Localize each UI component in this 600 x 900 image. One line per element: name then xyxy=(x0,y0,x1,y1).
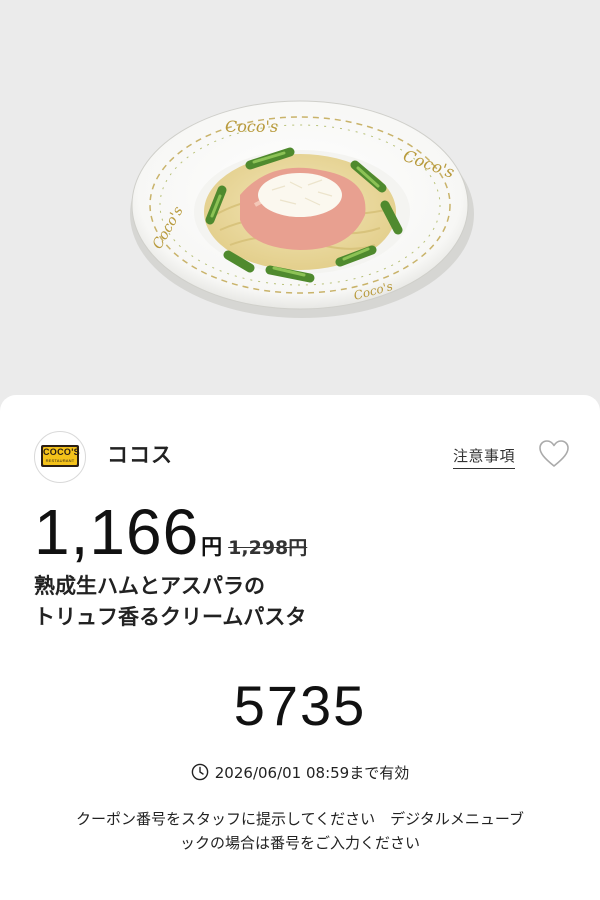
instructions-line1: クーポン番号をスタッフに提示してください デジタルメニューブ xyxy=(76,810,524,828)
product-image: Coco's Coco's Coco's Coco's xyxy=(0,0,600,395)
price-original: 1,298円 xyxy=(228,537,308,559)
instructions-line2: ックの場合は番号をご入力ください xyxy=(179,834,420,852)
coupon-page: Coco's Coco's Coco's Coco's COCO'S RESTA… xyxy=(0,0,600,900)
clock-icon xyxy=(191,763,209,781)
brand-logo-text: COCO'S xyxy=(43,447,80,457)
pasta-dish-illustration: Coco's Coco's Coco's Coco's xyxy=(130,100,474,318)
svg-text:Coco's: Coco's xyxy=(225,117,278,136)
price-row: 1,166円 1,298円 xyxy=(34,495,308,568)
item-name-line2: トリュフ香るクリームパスタ xyxy=(34,605,307,629)
expiry-text: 2026/06/01 08:59まで有効 xyxy=(214,764,410,782)
brand-name: ココス xyxy=(107,443,173,467)
price-currency: 円 xyxy=(201,535,223,559)
item-name-line1: 熟成生ハムとアスパラの xyxy=(34,574,265,598)
expiry-row: 2026/06/01 08:59まで有効 xyxy=(0,762,600,783)
heart-outline-icon[interactable] xyxy=(538,439,570,469)
price-current: 1,166 xyxy=(34,496,200,568)
usage-instructions: クーポン番号をスタッフに提示してください デジタルメニューブ ックの場合は番号を… xyxy=(20,807,580,855)
brand-logo-badge: COCO'S RESTAURANT xyxy=(41,445,80,467)
coupon-code: 5735 xyxy=(233,674,367,737)
coupon-card: COCO'S RESTAURANT ココス 注意事項 1,166円 1,298円 … xyxy=(0,395,600,900)
notice-link[interactable]: 注意事項 xyxy=(453,445,516,469)
brand-logo: COCO'S RESTAURANT xyxy=(34,431,86,483)
item-name: 熟成生ハムとアスパラの トリュフ香るクリームパスタ xyxy=(34,571,554,633)
brand-logo-subtext: RESTAURANT xyxy=(45,458,75,463)
